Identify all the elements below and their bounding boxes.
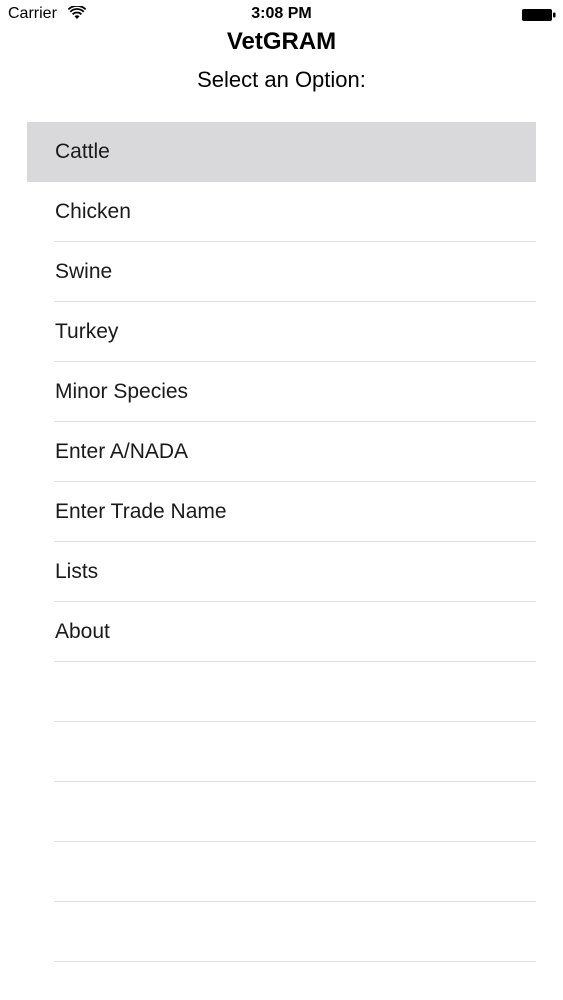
list-item-turkey[interactable]: Turkey bbox=[27, 302, 536, 362]
list-item-label: About bbox=[55, 620, 110, 643]
row-separator bbox=[54, 961, 536, 962]
list-item-label: Lists bbox=[55, 560, 99, 583]
options-list: Cattle Chicken Swine Turkey Minor Specie… bbox=[27, 122, 536, 962]
list-item-lists[interactable]: Lists bbox=[27, 542, 536, 602]
empty-row bbox=[27, 842, 536, 902]
list-item-label: Chicken bbox=[55, 200, 131, 223]
page-subtitle: Select an Option: bbox=[197, 67, 366, 92]
list-item-label: Minor Species bbox=[55, 380, 189, 403]
empty-row bbox=[27, 662, 536, 722]
list-item-enter-anada[interactable]: Enter A/NADA bbox=[27, 422, 536, 482]
battery-icon bbox=[522, 8, 556, 21]
empty-row bbox=[27, 782, 536, 842]
list-item-label: Enter Trade Name bbox=[55, 500, 227, 523]
app-title: VetGRAM bbox=[226, 28, 337, 55]
empty-row bbox=[27, 902, 536, 962]
list-item-label: Cattle bbox=[55, 140, 110, 163]
list-item-about[interactable]: About bbox=[27, 602, 536, 662]
list-item-label: Swine bbox=[55, 260, 113, 283]
list-item-label: Turkey bbox=[55, 320, 119, 343]
list-item-cattle[interactable]: Cattle bbox=[27, 122, 536, 182]
list-item-enter-trade-name[interactable]: Enter Trade Name bbox=[27, 482, 536, 542]
list-item-chicken[interactable]: Chicken bbox=[27, 182, 536, 242]
list-item-minor-species[interactable]: Minor Species bbox=[27, 362, 536, 422]
list-item-swine[interactable]: Swine bbox=[27, 242, 536, 302]
status-bar: Carrier 3:08 PM bbox=[0, 0, 563, 28]
empty-row bbox=[27, 722, 536, 782]
status-time: 3:08 PM bbox=[251, 5, 312, 22]
list-item-label: Enter A/NADA bbox=[55, 440, 189, 463]
